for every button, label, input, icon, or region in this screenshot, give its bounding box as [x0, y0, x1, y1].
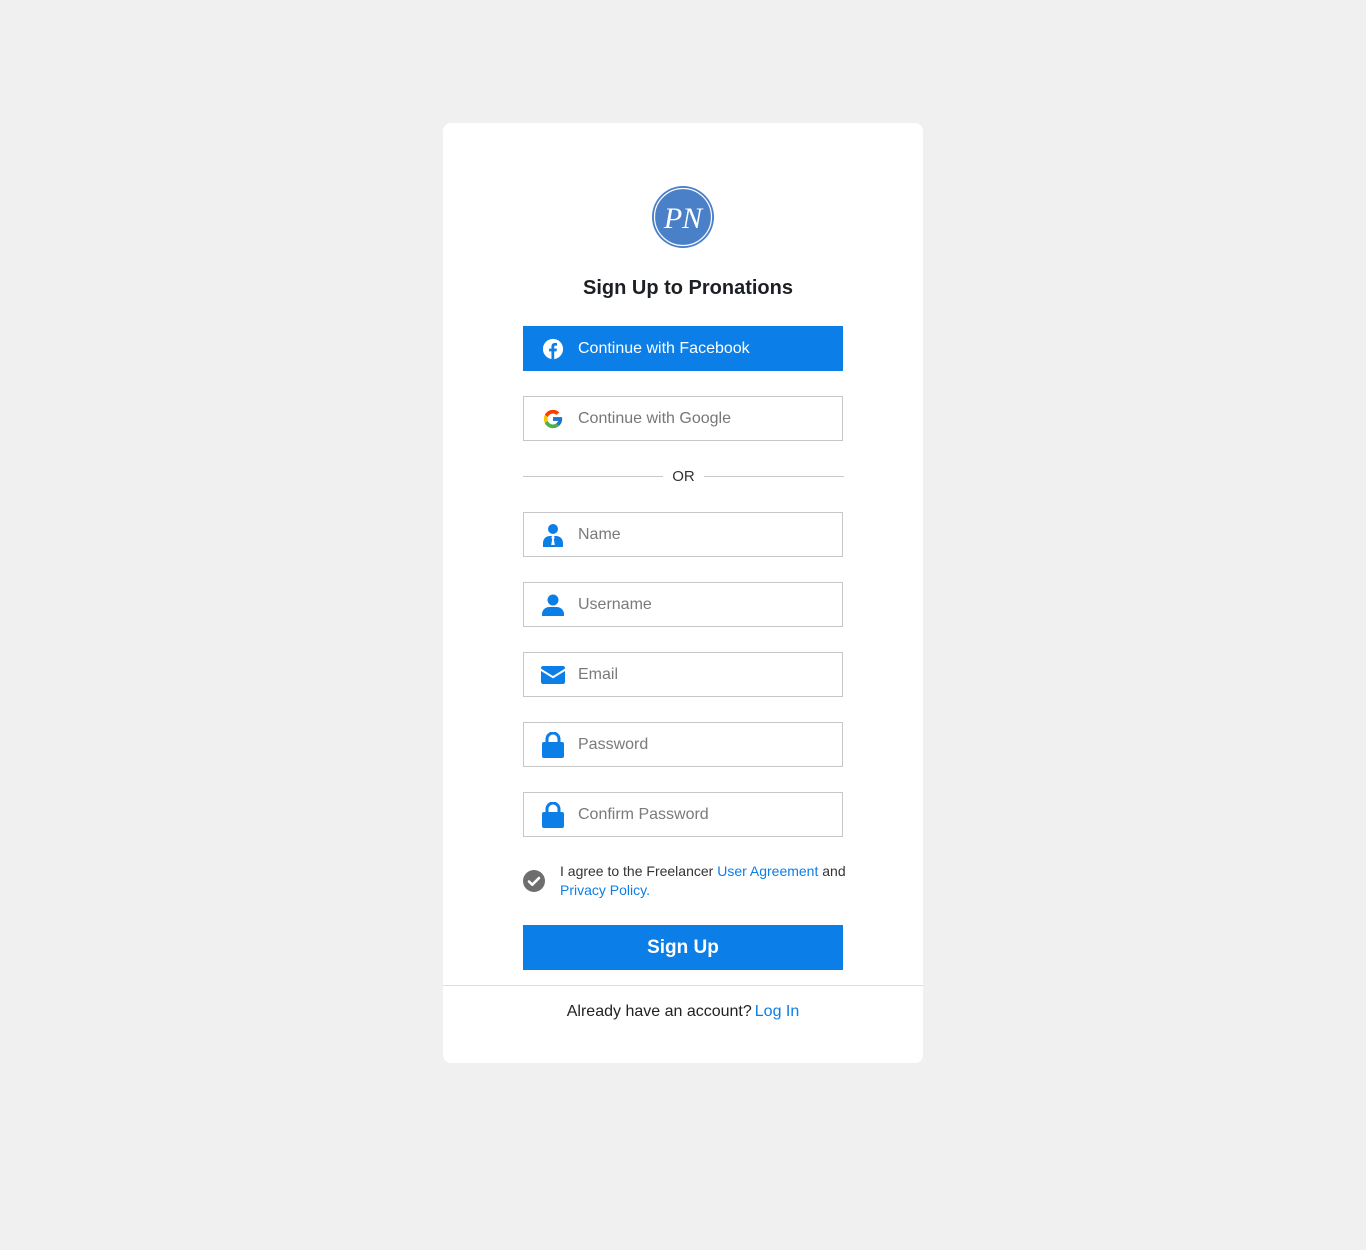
username-field: [523, 582, 843, 627]
separator-line-right: [704, 476, 844, 477]
continue-with-facebook-button[interactable]: Continue with Facebook: [523, 326, 843, 371]
facebook-button-label: Continue with Facebook: [578, 339, 750, 357]
envelope-icon: [540, 662, 566, 688]
logo-monogram: PN: [663, 202, 704, 235]
google-button-label: Continue with Google: [578, 409, 731, 427]
footer-divider: [443, 985, 923, 986]
signup-card: PN Sign Up to Pronations Continue with F…: [443, 123, 923, 1063]
check-circle-icon: [523, 870, 545, 892]
username-input[interactable]: [578, 595, 828, 614]
page-title: Sign Up to Pronations: [583, 277, 793, 299]
agreement-checkbox[interactable]: [523, 870, 545, 892]
agreement-conjunction: and: [818, 863, 846, 879]
privacy-policy-link[interactable]: Privacy Policy: [560, 882, 646, 898]
facebook-icon: [541, 337, 565, 361]
agreement-text: I agree to the Freelancer User Agreement…: [560, 862, 850, 900]
name-input[interactable]: [578, 525, 828, 544]
agreement-suffix: .: [646, 882, 650, 898]
person-tie-icon: [540, 522, 566, 548]
email-input[interactable]: [578, 665, 828, 684]
continue-with-google-button[interactable]: Continue with Google: [523, 396, 843, 441]
password-field: [523, 722, 843, 767]
password-input[interactable]: [578, 735, 828, 754]
confirm-password-input[interactable]: [578, 805, 828, 824]
or-text: OR: [672, 468, 695, 485]
or-separator: OR: [523, 466, 844, 488]
login-prompt: Already have an account? Log In: [443, 1003, 923, 1021]
lock-icon: [540, 801, 566, 828]
log-in-link[interactable]: Log In: [755, 1003, 799, 1020]
lock-icon: [540, 731, 566, 758]
email-field: [523, 652, 843, 697]
confirm-password-field: [523, 792, 843, 837]
pronations-logo: PN: [651, 185, 715, 249]
google-icon: [541, 407, 565, 431]
name-field: [523, 512, 843, 557]
agreement-prefix: I agree to the Freelancer: [560, 863, 718, 879]
separator-line-left: [523, 476, 663, 477]
login-prompt-text: Already have an account?: [566, 1003, 752, 1020]
user-agreement-link[interactable]: User Agreement: [717, 863, 818, 879]
sign-up-button[interactable]: Sign Up: [523, 925, 843, 970]
agreement-row: I agree to the Freelancer User Agreement…: [523, 862, 853, 902]
user-icon: [540, 592, 566, 618]
